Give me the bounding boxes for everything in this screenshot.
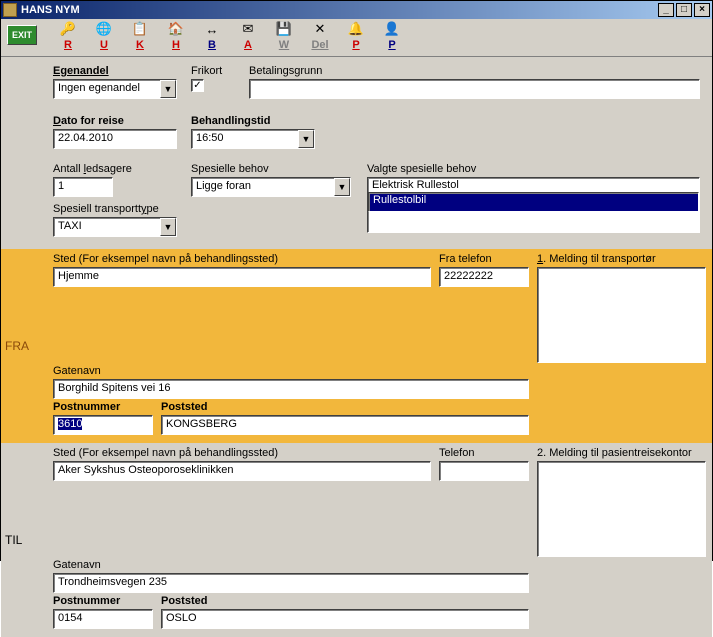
label-egenandel: Egenandel	[53, 65, 183, 77]
tb-b-button-icon: ↔	[204, 21, 220, 37]
label-valgte: Valgte spesielle behov	[367, 163, 700, 175]
content: Egenandel Ingen egenandel ▼ Frikort ✓ Be…	[1, 57, 712, 637]
tb-a-button-icon: ✉	[240, 21, 256, 37]
fra-telefon-input[interactable]: 22222222	[439, 267, 529, 287]
tb-a-button[interactable]: ✉A	[237, 21, 259, 51]
label-dato: Dato for reise	[53, 115, 183, 127]
tb-w-button-label: W	[279, 39, 289, 51]
tb-r-button-label: R	[64, 39, 72, 51]
til-label: TIL	[5, 533, 22, 547]
tb-w-button[interactable]: 💾W	[273, 21, 295, 51]
tb-p2-button-label: P	[388, 39, 395, 51]
fra-sted-input[interactable]: Hjemme	[53, 267, 431, 287]
label-ledsagere: Antall ledsagere	[53, 163, 183, 175]
tb-del-button[interactable]: ✕ Del	[309, 21, 331, 51]
tb-u-button-label: U	[100, 39, 108, 51]
toolbar: EXIT 🔑R🌐U📋K🏠H↔B✉A💾W✕Del🔔P👤P	[1, 19, 712, 57]
fra-melding-textarea[interactable]	[537, 267, 706, 363]
behandlingstid-select[interactable]: 16:50	[191, 129, 315, 149]
titlebar: HANS NYM _ □ ×	[1, 1, 712, 19]
maximize-button[interactable]: □	[676, 3, 692, 17]
ledsagere-input[interactable]: 1	[53, 177, 113, 197]
tb-p2-button-icon: 👤	[384, 21, 400, 37]
tb-b-button-label: B	[208, 39, 216, 51]
label-melding2: 2. Melding til pasientreisekontor	[537, 447, 706, 459]
label-frikort: Frikort	[191, 65, 222, 77]
tb-h-button-label: H	[172, 39, 180, 51]
tb-del-button-icon: ✕	[312, 21, 328, 37]
transporttype-select[interactable]: TAXI	[53, 217, 177, 237]
tb-u-button-icon: 🌐	[96, 21, 112, 37]
window-buttons: _ □ ×	[658, 3, 710, 17]
til-melding-textarea[interactable]	[537, 461, 706, 557]
til-postnr-input[interactable]: 0154	[53, 609, 153, 629]
tb-h-button[interactable]: 🏠H	[165, 21, 187, 51]
til-poststed-input[interactable]: OSLO	[161, 609, 529, 629]
til-section: TIL Sted (For eksempel navn på behandlin…	[1, 443, 712, 637]
tb-r-button-icon: 🔑	[60, 21, 76, 37]
betalingsgrunn-input[interactable]	[249, 79, 700, 99]
valgte-listbox[interactable]: Elektrisk Rullestol Rullestolbil	[367, 177, 700, 233]
label-behandlingstid: Behandlingstid	[191, 115, 371, 127]
label-transporttype: Spesiell transporttype	[53, 203, 183, 215]
exit-button[interactable]: EXIT	[7, 25, 37, 45]
label-fra-postnr: Postnummer	[53, 401, 153, 413]
tb-p1-button[interactable]: 🔔P	[345, 21, 367, 51]
minimize-button[interactable]: _	[658, 3, 674, 17]
label-til-sted: Sted (For eksempel navn på behandlingsst…	[53, 447, 431, 459]
spesielle-select[interactable]: Ligge foran	[191, 177, 351, 197]
label-til-telefon: Telefon	[439, 447, 529, 459]
app-icon	[3, 3, 17, 17]
tb-b-button[interactable]: ↔B	[201, 21, 223, 51]
tb-w-button-icon: 💾	[276, 21, 292, 37]
tb-p1-button-label: P	[352, 39, 359, 51]
list-item[interactable]: Rullestolbil	[368, 192, 699, 212]
til-sted-input[interactable]: Aker Sykshus Osteoporoseklinikken	[53, 461, 431, 481]
label-spesielle: Spesielle behov	[191, 163, 359, 175]
tb-k-button-icon: 📋	[132, 21, 148, 37]
frikort-checkbox[interactable]: ✓	[191, 79, 204, 92]
fra-gate-input[interactable]: Borghild Spitens vei 16	[53, 379, 529, 399]
fra-section: FRA Sted (For eksempel navn på behandlin…	[1, 249, 712, 443]
egenandel-select[interactable]: Ingen egenandel	[53, 79, 177, 99]
tb-a-button-label: A	[244, 39, 252, 51]
label-fra-telefon: Fra telefon	[439, 253, 529, 265]
list-item[interactable]: Elektrisk Rullestol	[368, 178, 699, 192]
window-title: HANS NYM	[21, 4, 658, 16]
dato-input[interactable]: 22.04.2010	[53, 129, 177, 149]
tb-k-button[interactable]: 📋K	[129, 21, 151, 51]
label-fra-gate: Gatenavn	[53, 365, 529, 377]
til-gate-input[interactable]: Trondheimsvegen 235	[53, 573, 529, 593]
tb-k-button-label: K	[136, 39, 144, 51]
label-til-poststed: Poststed	[161, 595, 529, 607]
tb-del-button-label: Del	[311, 39, 328, 51]
app-window: HANS NYM _ □ × EXIT 🔑R🌐U📋K🏠H↔B✉A💾W✕Del🔔P…	[0, 0, 713, 561]
fra-label: FRA	[5, 339, 29, 353]
label-fra-poststed: Poststed	[161, 401, 529, 413]
label-melding1: 1. Melding til transportør	[537, 253, 706, 265]
label-fra-sted: Sted (For eksempel navn på behandlingsst…	[53, 253, 431, 265]
til-telefon-input[interactable]	[439, 461, 529, 481]
fra-postnr-input[interactable]: 3610	[53, 415, 153, 435]
tb-u-button[interactable]: 🌐U	[93, 21, 115, 51]
toolbar-items: 🔑R🌐U📋K🏠H↔B✉A💾W✕Del🔔P👤P	[57, 21, 403, 51]
tb-r-button[interactable]: 🔑R	[57, 21, 79, 51]
label-betalingsgrunn: Betalingsgrunn	[249, 65, 700, 77]
fra-poststed-input[interactable]: KONGSBERG	[161, 415, 529, 435]
close-button[interactable]: ×	[694, 3, 710, 17]
label-til-postnr: Postnummer	[53, 595, 153, 607]
tb-p1-button-icon: 🔔	[348, 21, 364, 37]
tb-p2-button[interactable]: 👤P	[381, 21, 403, 51]
tb-h-button-icon: 🏠	[168, 21, 184, 37]
